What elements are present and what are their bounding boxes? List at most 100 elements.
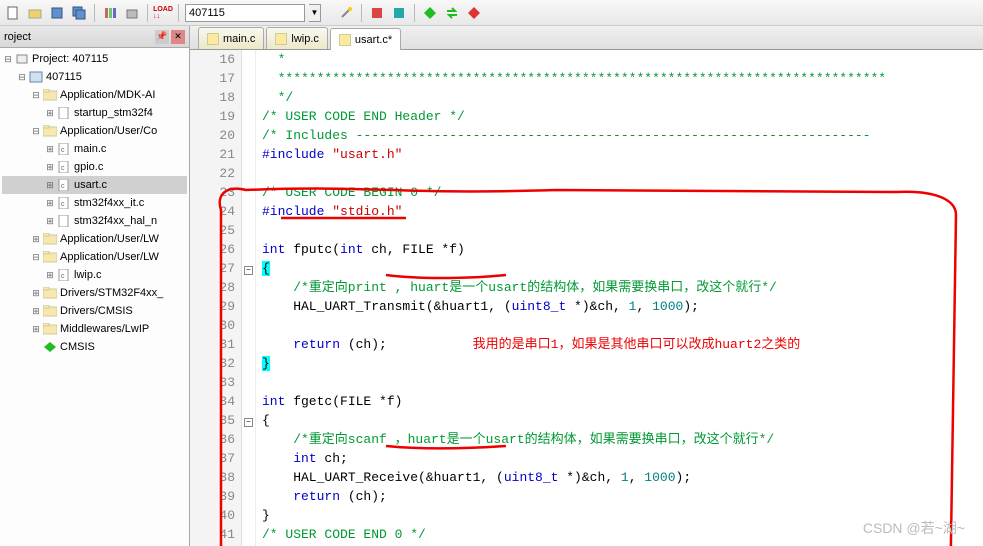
tree-node[interactable]: ⊞cstm32f4xx_it.c [2, 194, 187, 212]
new-file-icon[interactable] [4, 4, 22, 22]
tree-node[interactable]: ⊞ c gpio.c [2, 158, 187, 176]
tree-toggle-icon[interactable]: ⊞ [44, 108, 56, 119]
tree-label: usart.c [74, 179, 107, 191]
tree-toggle-icon[interactable]: ⊞ [30, 306, 42, 317]
code-line[interactable] [262, 164, 983, 183]
tree-toggle-icon[interactable]: ⊟ [30, 126, 42, 137]
editor-tabs: main.clwip.cusart.c* [190, 26, 983, 50]
tree-node[interactable]: ⊞cmain.c [2, 140, 187, 158]
tree-node[interactable]: ⊞Drivers/CMSIS [2, 302, 187, 320]
books-icon[interactable] [101, 4, 119, 22]
target-dropdown[interactable]: ▼ [309, 4, 321, 22]
tree-item-icon [28, 70, 44, 84]
svg-text:c: c [61, 165, 65, 172]
file-icon [207, 33, 219, 45]
tree-toggle-icon[interactable]: ⊞ [30, 234, 42, 245]
editor-tab[interactable]: lwip.c [266, 27, 328, 49]
code-line[interactable]: return (ch); 我用的是串口1，如果是其他串口可以改成huart2之类… [262, 335, 983, 354]
target-input[interactable] [185, 4, 305, 22]
fold-toggle-icon[interactable]: − [244, 266, 253, 275]
editor-tab[interactable]: usart.c* [330, 28, 401, 50]
tree-item-icon [14, 52, 30, 66]
tree-node[interactable]: ⊟Application/User/Co [2, 122, 187, 140]
tree-toggle-icon[interactable]: ⊞ [44, 180, 56, 191]
tree-label: Application/User/LW [60, 233, 159, 245]
tree-item-icon [42, 340, 58, 354]
editor-tab[interactable]: main.c [198, 27, 264, 49]
code-line[interactable]: * [262, 50, 983, 69]
main-toolbar: LOAD↓↓ ▼ [0, 0, 983, 26]
tree-node[interactable]: ⊞cusart.c [2, 176, 187, 194]
pin-icon[interactable]: 📌 [155, 30, 169, 44]
tree-toggle-icon[interactable]: ⊟ [30, 90, 42, 101]
tree-node[interactable]: CMSIS [2, 338, 187, 356]
project-tree[interactable]: ⊟Project: 407115⊟407115⊟Application/MDK-… [0, 48, 189, 546]
tree-toggle-icon[interactable]: ⊟ [30, 252, 42, 263]
code-line[interactable]: /* USER CODE BEGIN 0 */ [262, 183, 983, 202]
box-icon[interactable] [123, 4, 141, 22]
green-swap-icon[interactable] [443, 4, 461, 22]
tree-node[interactable]: ⊟ Application/User/LW [2, 248, 187, 266]
load-icon[interactable]: LOAD↓↓ [154, 4, 172, 22]
code-line[interactable]: #include "usart.h" [262, 145, 983, 164]
tree-node[interactable]: ⊟ Application/MDK-AI [2, 86, 187, 104]
tree-item-icon: c [56, 160, 72, 174]
tree-node[interactable]: ⊞Drivers/STM32F4xx_ [2, 284, 187, 302]
code-line[interactable] [262, 221, 983, 240]
code-line[interactable]: HAL_UART_Transmit(&huart1, (uint8_t *)&c… [262, 297, 983, 316]
open-icon[interactable] [26, 4, 44, 22]
code-line[interactable]: ****************************************… [262, 69, 983, 88]
tree-toggle-icon[interactable]: ⊞ [44, 198, 56, 209]
tree-toggle-icon[interactable]: ⊞ [44, 144, 56, 155]
code-line[interactable]: */ [262, 88, 983, 107]
fold-toggle-icon[interactable]: − [244, 418, 253, 427]
save-icon[interactable] [48, 4, 66, 22]
close-sidebar-icon[interactable]: ✕ [171, 30, 185, 44]
code-line[interactable]: HAL_UART_Receive(&huart1, (uint8_t *)&ch… [262, 468, 983, 487]
code-line[interactable]: { [262, 259, 983, 278]
code-line[interactable]: return (ch); [262, 487, 983, 506]
tree-node[interactable]: ⊟407115 [2, 68, 187, 86]
sidebar-header: roject 📌 ✕ [0, 26, 189, 48]
tree-label: Project: 407115 [32, 53, 108, 65]
code-line[interactable]: #include "stdio.h" [262, 202, 983, 221]
tree-node[interactable]: ⊞stm32f4xx_hal_n [2, 212, 187, 230]
tree-node[interactable]: ⊞Middlewares/LwIP [2, 320, 187, 338]
code-line[interactable]: /*重定向print , huart是一个usart的结构体，如果需要换串口，改… [262, 278, 983, 297]
tree-toggle-icon[interactable]: ⊟ [16, 72, 28, 83]
wand-icon[interactable] [337, 4, 355, 22]
code-editor[interactable]: 1617181920212223242526272829303132333435… [190, 50, 983, 546]
tree-node[interactable]: ⊞ Application/User/LW [2, 230, 187, 248]
tree-toggle-icon[interactable]: ⊞ [30, 324, 42, 335]
tree-node[interactable]: ⊟ Project: 407115 [2, 50, 187, 68]
code-line[interactable]: int ch; [262, 449, 983, 468]
tree-label: Application/MDK-AI [60, 89, 155, 101]
tree-label: Application/User/LW [60, 251, 159, 263]
code-line[interactable]: /* USER CODE END 0 */ [262, 525, 983, 544]
green-diamond-icon[interactable] [421, 4, 439, 22]
code-line[interactable]: { [262, 411, 983, 430]
code-line[interactable]: int fgetc(FILE *f) [262, 392, 983, 411]
tree-node[interactable]: ⊞startup_stm32f4 [2, 104, 187, 122]
tree-node[interactable]: ⊞clwip.c [2, 266, 187, 284]
code-line[interactable]: /*重定向scanf ，huart是一个usart的结构体，如果需要换串口，改这… [262, 430, 983, 449]
tree-label: gpio.c [74, 161, 103, 173]
tree-toggle-icon[interactable]: ⊞ [30, 288, 42, 299]
tree-toggle-icon[interactable]: ⊞ [44, 270, 56, 281]
tree-toggle-icon[interactable]: ⊞ [44, 162, 56, 173]
tree-label: CMSIS [60, 341, 95, 353]
tree-toggle-icon[interactable]: ⊞ [44, 216, 56, 227]
save-all-icon[interactable] [70, 4, 88, 22]
code-line[interactable]: int fputc(int ch, FILE *f) [262, 240, 983, 259]
red-box-icon[interactable] [368, 4, 386, 22]
code-lines[interactable]: * **************************************… [256, 50, 983, 546]
code-line[interactable]: /* Includes ----------------------------… [262, 126, 983, 145]
code-line[interactable] [262, 373, 983, 392]
tree-toggle-icon[interactable]: ⊟ [2, 54, 14, 65]
code-line[interactable]: /* USER CODE END Header */ [262, 107, 983, 126]
red-diamond-icon[interactable] [465, 4, 483, 22]
code-line[interactable] [262, 316, 983, 335]
code-line[interactable]: } [262, 354, 983, 373]
code-line[interactable]: } [262, 506, 983, 525]
teal-box-icon[interactable] [390, 4, 408, 22]
